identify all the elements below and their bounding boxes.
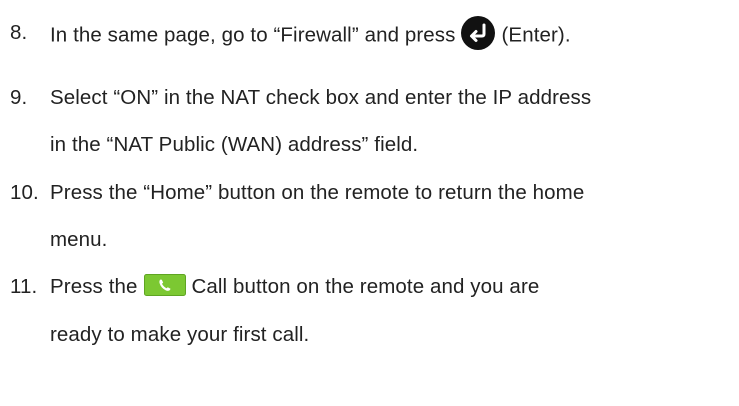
step-10-continuation: menu. xyxy=(0,225,739,257)
step-text: Press the “Home” button on the remote to… xyxy=(50,181,585,204)
step-text: Press the xyxy=(50,275,138,298)
step-text: Select “ON” in the NAT check box and ent… xyxy=(50,86,592,109)
step-text-after: Call button on the remote and you are xyxy=(191,275,540,298)
step-number: 8. xyxy=(10,21,28,44)
step-11-continuation: ready to make your first call. xyxy=(0,320,739,352)
phone-call-icon xyxy=(143,273,186,296)
step-text: In the same page, go to “Firewall” and p… xyxy=(50,23,456,47)
step-9: 9. Select “ON” in the NAT check box and … xyxy=(0,83,739,115)
step-8: 8. In the same page, go to “Firewall” an… xyxy=(0,15,739,58)
instructions-document: 8. In the same page, go to “Firewall” an… xyxy=(0,0,739,406)
step-11: 11. Press the Call button on the remote … xyxy=(0,272,739,304)
step-number: 10. xyxy=(10,181,39,204)
step-text-continued: ready to make your first call. xyxy=(50,323,310,346)
step-number: 11. xyxy=(10,275,38,298)
enter-icon xyxy=(460,15,496,51)
step-10: 10. Press the “Home” button on the remot… xyxy=(0,178,739,210)
step-number: 9. xyxy=(10,86,28,109)
step-text-continued: menu. xyxy=(50,228,108,251)
step-9-continuation: in the “NAT Public (WAN) address” field. xyxy=(0,130,739,162)
step-text-continued: in the “NAT Public (WAN) address” field. xyxy=(50,133,419,156)
step-text-after: (Enter). xyxy=(501,23,571,47)
